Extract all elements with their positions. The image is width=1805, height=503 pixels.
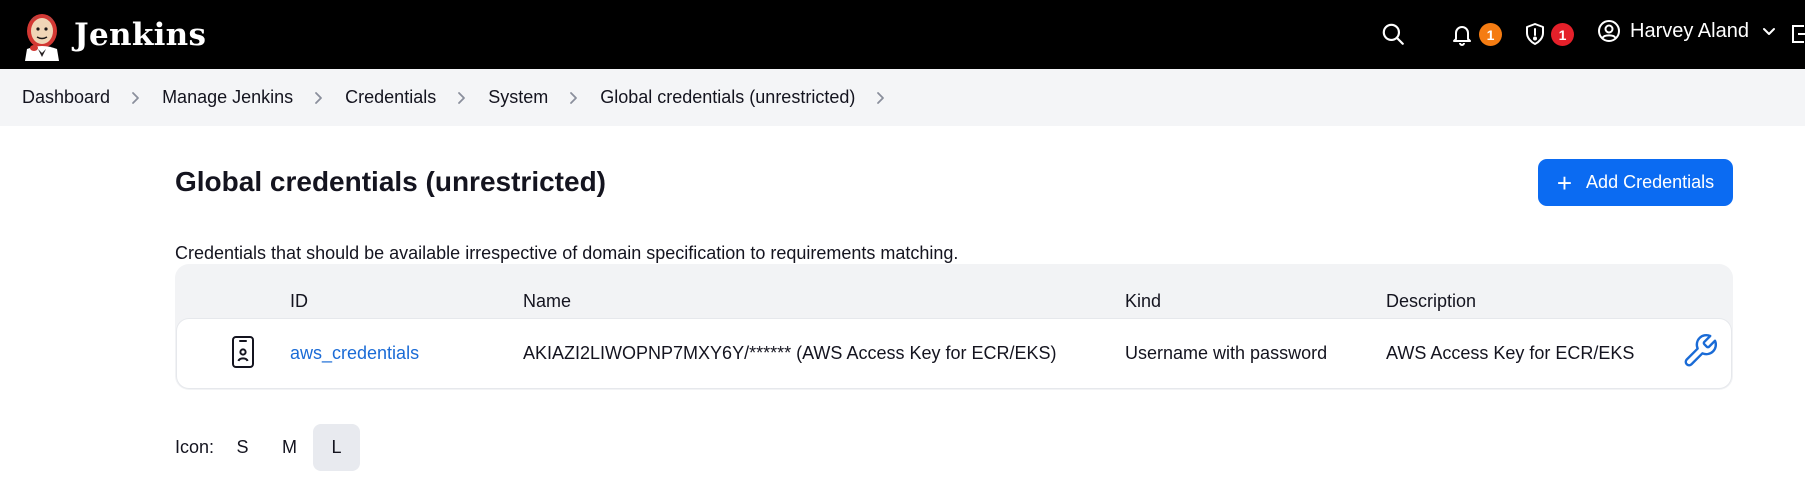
shield-icon[interactable]	[1523, 21, 1547, 47]
add-credentials-button[interactable]: + Add Credentials	[1538, 159, 1733, 206]
chevron-right-icon	[130, 91, 142, 105]
breadcrumb-global-credentials[interactable]: Global credentials (unrestricted)	[600, 87, 855, 108]
credentials-table: ID Name Kind Description aws_credentials…	[175, 264, 1733, 390]
page-description: Credentials that should be available irr…	[175, 243, 959, 263]
credential-id-link[interactable]: aws_credentials	[290, 343, 419, 364]
breadcrumb-manage-jenkins[interactable]: Manage Jenkins	[162, 87, 293, 108]
credential-description: AWS Access Key for ECR/EKS	[1386, 343, 1635, 363]
column-header-id[interactable]: ID	[290, 291, 308, 312]
table-row: aws_credentials AKIAZI2LIWOPNP7MXY6Y/***…	[177, 319, 1731, 388]
icon-size-label: Icon:	[175, 437, 215, 457]
breadcrumb-system[interactable]: System	[488, 87, 548, 108]
brand-name: Jenkins	[74, 17, 207, 53]
credential-kind: Username with password	[1125, 343, 1328, 363]
wrench-icon[interactable]	[1681, 331, 1719, 371]
icon-size-l[interactable]: L	[313, 424, 361, 471]
column-header-kind[interactable]: Kind	[1125, 291, 1161, 312]
add-credentials-label: Add Credentials	[1586, 172, 1715, 192]
chevron-right-icon[interactable]	[875, 91, 887, 105]
user-name: Harvey Aland	[1630, 19, 1749, 42]
brand[interactable]: Jenkins	[21, 9, 206, 61]
page-title: Global credentials (unrestricted)	[175, 166, 606, 197]
user-avatar-icon	[1598, 20, 1620, 42]
credential-type-icon	[232, 336, 254, 368]
top-header: Jenkins 1 1 Harvey Aland	[0, 0, 1805, 69]
chevron-down-icon	[1762, 28, 1775, 35]
breadcrumb-credentials[interactable]: Credentials	[345, 87, 436, 108]
column-header-description[interactable]: Description	[1386, 291, 1476, 312]
search-icon[interactable]	[1380, 21, 1406, 47]
plus-icon: +	[1556, 167, 1573, 198]
breadcrumb-dashboard[interactable]: Dashboard	[22, 87, 110, 108]
icon-size-s[interactable]: S	[219, 424, 266, 471]
bell-icon[interactable]	[1450, 21, 1474, 47]
icon-size-m[interactable]: M	[266, 424, 313, 471]
icon-size-switcher: Icon: S M L	[175, 424, 361, 471]
credential-name: AKIAZI2LIWOPNP7MXY6Y/****** (AWS Access …	[523, 343, 1057, 363]
security-badge[interactable]: 1	[1551, 23, 1574, 46]
column-header-name[interactable]: Name	[523, 291, 571, 312]
chevron-right-icon	[568, 91, 580, 105]
user-menu[interactable]: Harvey Aland	[1597, 19, 1777, 43]
chevron-right-icon	[313, 91, 325, 105]
chevron-right-icon	[456, 91, 468, 105]
jenkins-logo-icon	[25, 14, 59, 61]
notifications-badge[interactable]: 1	[1479, 23, 1502, 46]
breadcrumb: Dashboard Manage Jenkins Credentials Sys…	[0, 69, 1805, 126]
logout-icon[interactable]	[1790, 21, 1805, 47]
